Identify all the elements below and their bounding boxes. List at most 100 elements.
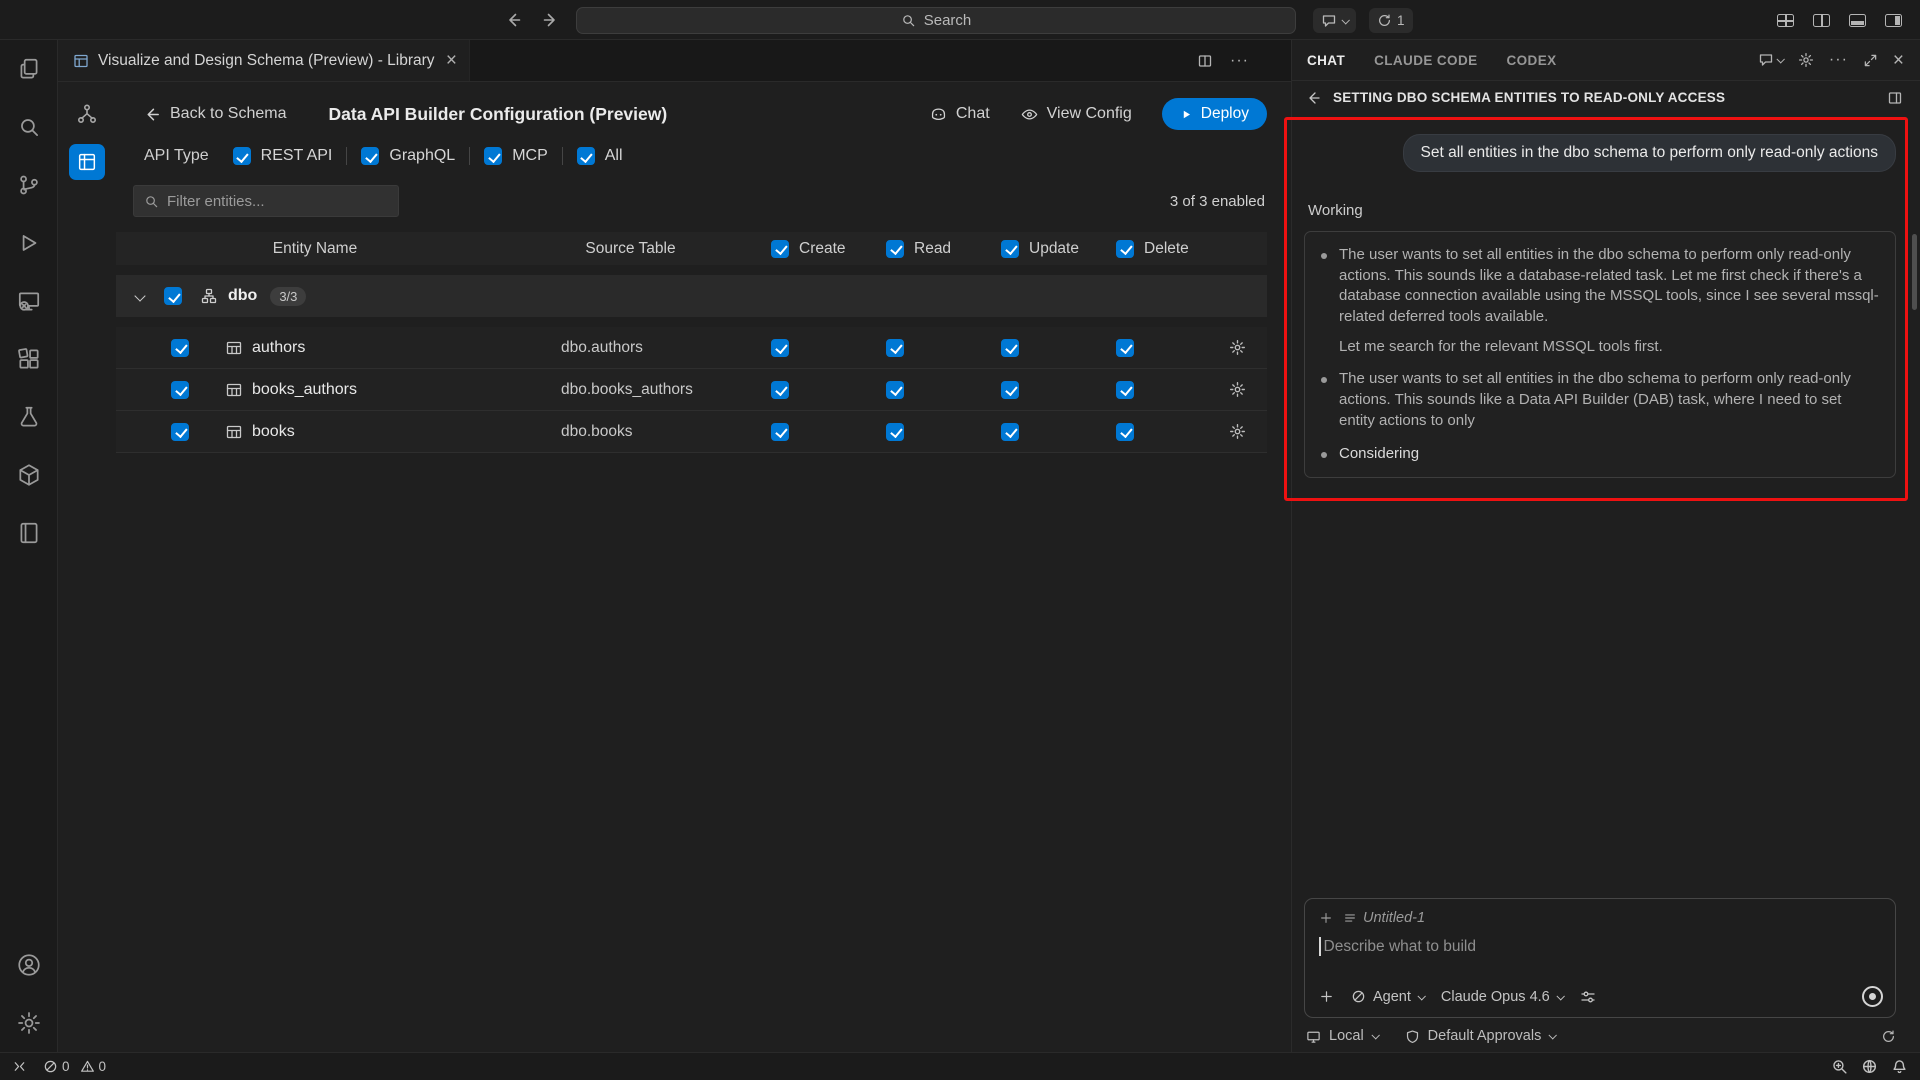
read-checkbox[interactable] [886, 381, 904, 399]
maximize-panel-icon[interactable] [1863, 53, 1878, 68]
split-editor-right-icon[interactable] [1197, 53, 1213, 69]
update-all-checkbox[interactable] [1001, 240, 1019, 258]
refresh-icon[interactable] [1881, 1029, 1896, 1044]
row-checkbox[interactable] [171, 381, 189, 399]
bullet-icon [1321, 253, 1327, 259]
close-panel-icon[interactable]: × [1893, 51, 1904, 70]
mcp-checkbox[interactable] [484, 147, 502, 165]
schema-group-row[interactable]: dbo 3/3 [116, 275, 1267, 317]
tools-sliders-icon[interactable] [1580, 989, 1596, 1005]
language-globe-icon[interactable] [1861, 1058, 1878, 1075]
customize-layout-icon[interactable] [1772, 7, 1798, 33]
account-icon[interactable] [12, 948, 46, 982]
rest-api-checkbox[interactable] [233, 147, 251, 165]
model-picker[interactable]: Claude Opus 4.6 [1441, 989, 1563, 1005]
api-option-graphql[interactable]: GraphQL [361, 147, 455, 165]
deploy-button[interactable]: Deploy [1162, 98, 1267, 130]
update-checkbox[interactable] [1001, 423, 1019, 441]
more-actions-icon[interactable]: ··· [1230, 53, 1249, 69]
table-row-books-authors[interactable]: books_authors dbo.books_authors [116, 369, 1267, 411]
filter-entities-field[interactable] [167, 193, 388, 210]
testing-icon[interactable] [12, 400, 46, 434]
delete-all-checkbox[interactable] [1116, 240, 1134, 258]
chat-settings-gear-icon[interactable] [1798, 52, 1814, 68]
update-checkbox[interactable] [1001, 381, 1019, 399]
add-context-icon[interactable] [1319, 911, 1333, 925]
chat-input-box[interactable]: Untitled-1 Describe what to build Agent [1304, 898, 1896, 1018]
tab-codex[interactable]: CODEX [1507, 53, 1557, 68]
tab-visualize-design-schema[interactable]: Visualize and Design Schema (Preview) - … [58, 40, 470, 81]
group-checkbox[interactable] [164, 287, 182, 305]
mode-picker[interactable]: Agent [1351, 989, 1424, 1005]
warnings-indicator[interactable]: 0 [80, 1059, 107, 1074]
command-center-search[interactable]: Search [576, 7, 1296, 34]
notebook-icon[interactable] [12, 516, 46, 550]
voice-record-button[interactable] [1862, 986, 1883, 1007]
package-icon[interactable] [12, 458, 46, 492]
row-settings-icon[interactable] [1207, 381, 1267, 398]
chat-history-icon[interactable] [1758, 52, 1783, 68]
open-session-in-editor-icon[interactable] [1887, 90, 1903, 106]
row-settings-icon[interactable] [1207, 423, 1267, 440]
read-all-checkbox[interactable] [886, 240, 904, 258]
source-control-icon[interactable] [12, 168, 46, 202]
session-count-button[interactable]: 1 [1369, 8, 1413, 33]
row-checkbox[interactable] [171, 423, 189, 441]
errors-indicator[interactable]: 0 [43, 1059, 70, 1074]
zoom-in-icon[interactable] [1831, 1058, 1848, 1075]
split-editor-icon[interactable] [1808, 7, 1834, 33]
history-forward-icon[interactable] [536, 6, 564, 34]
context-file-pill[interactable]: Untitled-1 [1343, 910, 1425, 926]
settings-gear-icon[interactable] [12, 1006, 46, 1040]
arrow-left-icon[interactable] [1306, 90, 1322, 106]
view-config-button[interactable]: View Config [1020, 105, 1132, 124]
all-checkbox[interactable] [577, 147, 595, 165]
chat-input-placeholder[interactable]: Describe what to build [1324, 938, 1477, 956]
api-option-rest[interactable]: REST API [233, 147, 333, 165]
read-checkbox[interactable] [886, 423, 904, 441]
bell-icon[interactable] [1891, 1058, 1908, 1075]
run-debug-icon[interactable] [12, 226, 46, 260]
graphql-checkbox[interactable] [361, 147, 379, 165]
remote-explorer-icon[interactable] [12, 284, 46, 318]
extensions-icon[interactable] [12, 342, 46, 376]
expand-chevron-icon[interactable] [134, 290, 145, 301]
table-row-books[interactable]: books dbo.books [116, 411, 1267, 453]
explorer-icon[interactable] [12, 52, 46, 86]
visualize-schema-icon[interactable] [69, 96, 105, 132]
tab-claude-code[interactable]: CLAUDE CODE [1374, 53, 1477, 68]
agent-sessions-button[interactable] [1313, 8, 1356, 33]
tab-chat[interactable]: CHAT [1307, 53, 1345, 68]
history-back-icon[interactable] [500, 6, 528, 34]
api-option-mcp[interactable]: MCP [484, 147, 548, 165]
delete-checkbox[interactable] [1116, 339, 1134, 357]
create-checkbox[interactable] [771, 339, 789, 357]
chat-more-icon[interactable]: ··· [1829, 52, 1848, 68]
row-checkbox[interactable] [171, 339, 189, 357]
configure-api-icon[interactable] [69, 144, 105, 180]
toggle-panel-icon[interactable] [1844, 7, 1870, 33]
chat-action-button[interactable]: Chat [929, 105, 990, 124]
remote-indicator-icon[interactable] [12, 1059, 27, 1074]
approvals-picker[interactable]: Default Approvals [1405, 1028, 1556, 1044]
toggle-secondary-sidebar-icon[interactable] [1880, 7, 1906, 33]
target-picker[interactable]: Local [1306, 1028, 1378, 1044]
update-checkbox[interactable] [1001, 339, 1019, 357]
table-row-authors[interactable]: authors dbo.authors [116, 327, 1267, 369]
delete-checkbox[interactable] [1116, 423, 1134, 441]
create-checkbox[interactable] [771, 381, 789, 399]
thinking-container[interactable]: The user wants to set all entities in th… [1304, 231, 1896, 478]
create-all-checkbox[interactable] [771, 240, 789, 258]
close-tab-icon[interactable]: × [446, 51, 457, 70]
create-checkbox[interactable] [771, 423, 789, 441]
api-option-all[interactable]: All [577, 147, 623, 165]
row-settings-icon[interactable] [1207, 339, 1267, 356]
attach-icon[interactable] [1319, 989, 1334, 1004]
read-checkbox[interactable] [886, 339, 904, 357]
chat-message-list[interactable]: Set all entities in the dbo schema to pe… [1292, 114, 1920, 898]
filter-entities-input[interactable] [133, 185, 399, 217]
scrollbar-thumb[interactable] [1912, 234, 1917, 310]
back-to-schema-link[interactable]: Back to Schema [144, 105, 287, 123]
delete-checkbox[interactable] [1116, 381, 1134, 399]
search-view-icon[interactable] [12, 110, 46, 144]
